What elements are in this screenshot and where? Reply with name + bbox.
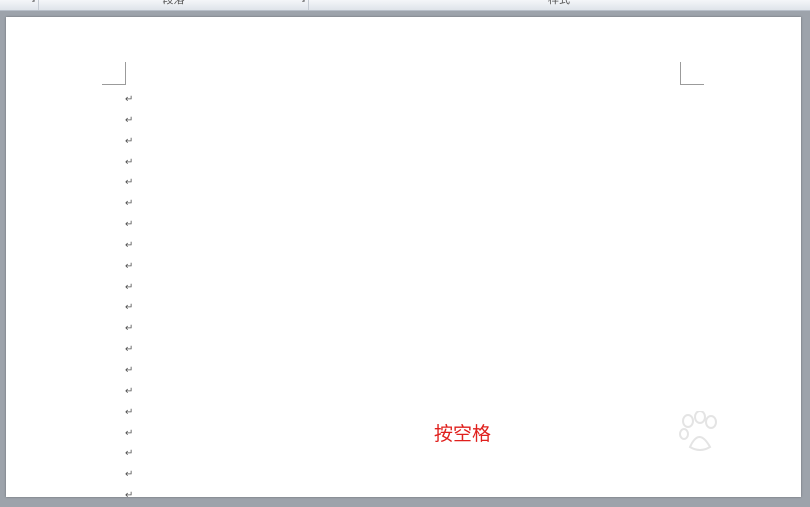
annotation-text: 按空格 <box>434 423 492 445</box>
margin-mark-top-right <box>680 84 704 85</box>
document-page[interactable]: ↵ ↵ ↵ ↵ ↵ ↵ ↵ ↵ ↵ ↵ ↵ ↵ ↵ ↵ ↵ ↵ ↵ ↵ ↵ ↵ … <box>6 17 801 501</box>
paragraph-mark-icon[interactable]: ↵ <box>125 153 133 174</box>
paragraph-mark-icon[interactable]: ↵ <box>125 424 133 445</box>
paragraph-mark-icon[interactable]: ↵ <box>125 278 133 299</box>
paragraph-mark-icon[interactable]: ↵ <box>125 298 133 319</box>
paragraph-mark-icon[interactable]: ↵ <box>125 340 133 361</box>
margin-mark-top-left <box>102 84 126 85</box>
paragraph-mark-icon[interactable]: ↵ <box>125 403 133 424</box>
paragraph-list[interactable]: ↵ ↵ ↵ ↵ ↵ ↵ ↵ ↵ ↵ ↵ ↵ ↵ ↵ ↵ ↵ ↵ ↵ ↵ ↵ ↵ <box>125 90 133 507</box>
paragraph-mark-icon[interactable]: ↵ <box>125 361 133 382</box>
paw-icon <box>679 411 717 451</box>
paragraph-mark-icon[interactable]: ↵ <box>125 111 133 132</box>
ribbon-group-font: ↘ <box>0 0 39 10</box>
ribbon-group-labels: ↘ 段落 ↘ 样式 <box>0 0 810 11</box>
baidu-jingyan-watermark <box>618 407 778 497</box>
ribbon-group-paragraph: 段落 ↘ <box>39 0 309 10</box>
margin-mark-top-left <box>125 62 126 85</box>
paragraph-group-label: 段落 <box>39 0 308 6</box>
ribbon-group-styles: 样式 <box>309 0 809 10</box>
paragraph-mark-icon[interactable]: ↵ <box>125 236 133 257</box>
paragraph-mark-icon[interactable]: ↵ <box>125 465 133 486</box>
paragraph-mark-icon[interactable]: ↵ <box>125 382 133 403</box>
paragraph-mark-icon[interactable]: ↵ <box>125 486 133 507</box>
margin-mark-top-right <box>680 62 681 85</box>
paragraph-mark-icon[interactable]: ↵ <box>125 319 133 340</box>
styles-group-label: 样式 <box>309 0 809 6</box>
paragraph-mark-icon[interactable]: ↵ <box>125 257 133 278</box>
paragraph-mark-icon[interactable]: ↵ <box>125 90 133 111</box>
font-dialog-launcher-icon[interactable]: ↘ <box>29 0 36 4</box>
paragraph-dialog-launcher-icon[interactable]: ↘ <box>299 0 306 4</box>
paragraph-mark-icon[interactable]: ↵ <box>125 194 133 215</box>
paragraph-mark-icon[interactable]: ↵ <box>125 444 133 465</box>
paragraph-mark-icon[interactable]: ↵ <box>125 173 133 194</box>
paragraph-mark-icon[interactable]: ↵ <box>125 215 133 236</box>
paragraph-mark-icon[interactable]: ↵ <box>125 132 133 153</box>
document-area[interactable]: ↵ ↵ ↵ ↵ ↵ ↵ ↵ ↵ ↵ ↵ ↵ ↵ ↵ ↵ ↵ ↵ ↵ ↵ ↵ ↵ … <box>0 11 810 501</box>
